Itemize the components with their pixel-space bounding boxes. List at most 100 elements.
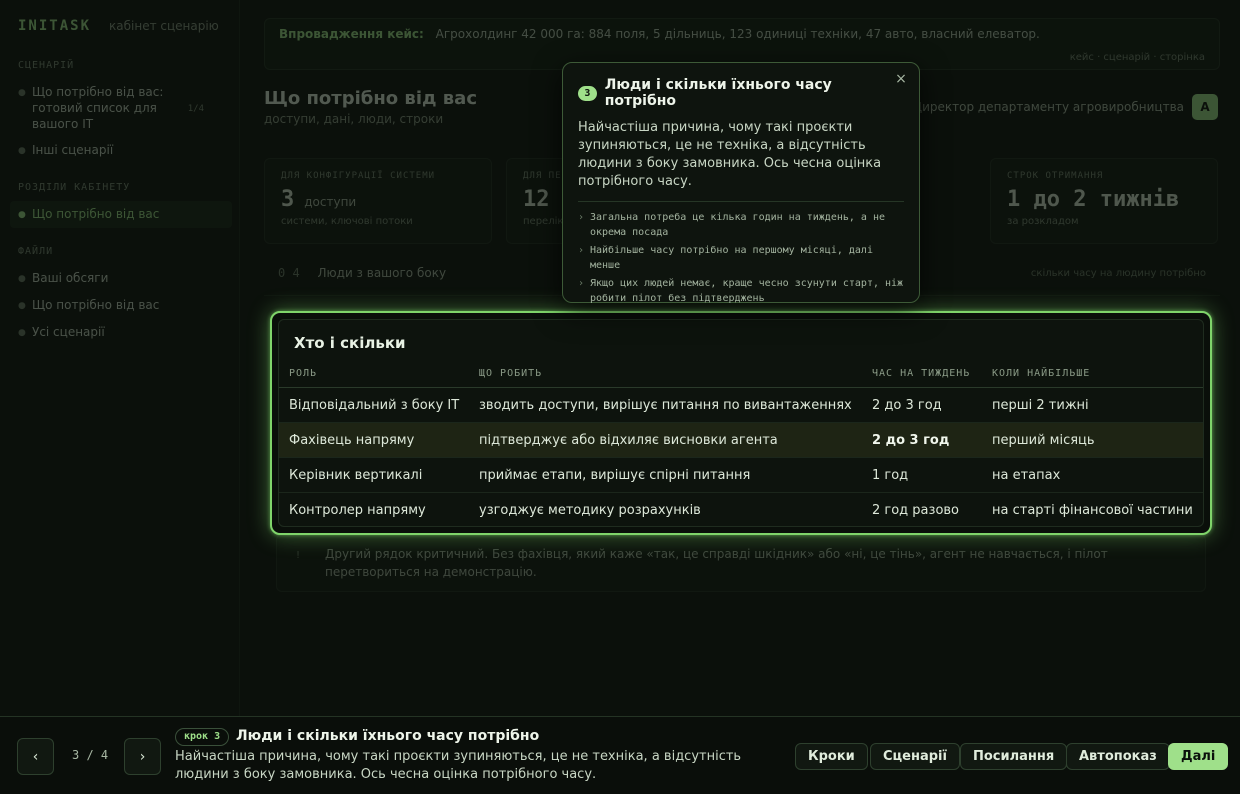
cell-hours: 1 год	[872, 468, 909, 483]
autoplay-button[interactable]: Автопоказ	[1066, 743, 1170, 770]
stat-unit: доступи	[304, 195, 357, 209]
next-button[interactable]: Далі	[1168, 743, 1229, 770]
cell-duties: приймає етапи, вирішує спірні питання	[479, 468, 751, 483]
section-hint: скільки часу на людину потрібно	[1030, 268, 1206, 279]
tour-step-description: Найчастіша причина, чому такі проєкти зу…	[175, 749, 742, 782]
section-number: 0 4	[278, 266, 300, 280]
sidebar-item-needs-file[interactable]: ● Що потрібно від вас	[18, 292, 229, 319]
stat-value: 3 доступи	[281, 187, 475, 212]
stat-card: ДЛЯ КОНФІГУРАЦІЇ СИСТЕМИ 3 доступи систем…	[264, 158, 492, 244]
cell-hours: 2 до 3 год	[872, 433, 950, 448]
bullet-icon: ●	[18, 328, 26, 338]
sidebar-item-label: Усі сценарії	[32, 325, 105, 339]
column-header-when: КОЛИ НАЙБІЛЬШЕ	[992, 368, 1091, 379]
sidebar-item-badge: 1/4	[187, 104, 204, 114]
links-button[interactable]: Посилання	[960, 743, 1068, 770]
sidebar-item-label: Що потрібно від вас: готовий список для …	[32, 85, 164, 131]
bullet-item: Найбільше часу потрібно на першому місяц…	[578, 243, 904, 273]
chevron-right-icon: ›	[139, 748, 146, 765]
cell-hours: 2 до 3 год	[872, 398, 942, 413]
popover-bullets: Загальна потреба це кілька годин на тижд…	[578, 210, 904, 306]
banner-title: Впровадження кейс:	[279, 27, 424, 41]
cell-role: Керівник вертикалі	[289, 468, 423, 483]
scenarios-button[interactable]: Сценарії	[870, 743, 960, 770]
avatar[interactable]: А	[1192, 94, 1218, 120]
bullet-icon: ●	[18, 301, 26, 311]
brand-subtitle: кабінет сценарію	[109, 19, 219, 33]
sidebar-item-it-list[interactable]: ● Що потрібно від вас: готовий список дл…	[18, 79, 218, 137]
critical-note: ! Другий рядок критичний. Без фахівця, я…	[276, 534, 1206, 592]
tour-step-title: Люди і скільки їхнього часу потрібно	[236, 728, 540, 744]
column-header-duties: ЩО РОБИТЬ	[479, 368, 543, 379]
table-row-highlighted: Фахівець напряму підтверджує або відхиля…	[279, 423, 1203, 458]
close-icon[interactable]: ×	[891, 69, 911, 89]
step-badge: крок 3	[175, 728, 230, 746]
cell-when: перші 2 тижні	[992, 398, 1089, 413]
spotlight-table-card: Хто і скільки РОЛЬ ЩО РОБИТЬ ЧАС НА ТИЖД…	[270, 311, 1212, 535]
tour-popover: 3 Люди і скільки їхнього часу потрібно ×…	[562, 62, 920, 306]
stat-label: СТРОК ОТРИМАННЯ	[1007, 171, 1104, 181]
stat-note: за розкладом	[1007, 216, 1079, 227]
bullet-item: Загальна потреба це кілька годин на тижд…	[578, 210, 904, 240]
sidebar-group-label: СЦЕНАРІЙ	[18, 60, 75, 71]
chevron-left-icon: ‹	[32, 748, 39, 765]
sidebar: INITASK кабінет сценарію СЦЕНАРІЙ ● Що п…	[0, 0, 240, 716]
next-step-button[interactable]: ›	[124, 738, 161, 775]
sidebar-item-needs[interactable]: ● Що потрібно від вас	[10, 201, 232, 228]
column-header-role: РОЛЬ	[289, 368, 318, 379]
stat-number: 1 до 2 тижнів	[1007, 187, 1180, 212]
step-number-badge: 3	[578, 85, 597, 101]
sidebar-item-all-scenarios[interactable]: ● Усі сценарії	[18, 319, 229, 346]
cell-when: на старті фінансової частини	[992, 503, 1193, 518]
stat-number: 12	[523, 187, 550, 212]
brand-logo[interactable]: INITASK	[18, 18, 91, 34]
cell-when: на етапах	[992, 468, 1061, 483]
sidebar-item-label: Що потрібно від вас	[32, 207, 160, 221]
sidebar-item-label: Інші сценарії	[32, 143, 114, 157]
cell-duties: зводить доступи, вирішує питання по вива…	[479, 398, 852, 413]
sidebar-item-other-scenarios[interactable]: ● Інші сценарії	[18, 137, 229, 164]
popover-header: 3 Люди і скільки їхнього часу потрібно	[578, 77, 904, 109]
bullet-icon: ●	[18, 88, 26, 98]
sidebar-item-volumes[interactable]: ● Ваші обсяги	[18, 265, 229, 292]
table-title: Хто і скільки	[294, 334, 406, 352]
cell-duties: узгоджує методику розрахунків	[479, 503, 701, 518]
note-text: Другий рядок критичний. Без фахівця, яки…	[325, 547, 1108, 579]
popover-body: Найчастіша причина, чому такі проєкти зу…	[578, 120, 882, 189]
warning-icon: !	[295, 550, 302, 561]
table-row: Контролер напряму узгоджує методику розр…	[279, 493, 1203, 526]
sidebar-group-label: РОЗДІЛИ КАБІНЕТУ	[18, 182, 131, 193]
step-counter: 3 / 4	[72, 748, 109, 762]
page-title: Що потрібно від вас	[264, 88, 477, 109]
stat-value: 1 до 2 тижнів	[1007, 187, 1201, 212]
page-subtitle: доступи, дані, люди, строки	[264, 112, 444, 126]
bullet-icon: ●	[18, 146, 26, 156]
cell-role: Контролер напряму	[289, 503, 426, 518]
sidebar-item-label: Що потрібно від вас	[32, 298, 160, 312]
stat-label: ДЛЯ КОНФІГУРАЦІЇ СИСТЕМИ	[281, 171, 436, 181]
stat-card: СТРОК ОТРИМАННЯ 1 до 2 тижнів за розклад…	[990, 158, 1218, 244]
banner-links[interactable]: кейс · сценарій · сторінка	[1070, 52, 1205, 63]
steps-button[interactable]: Кроки	[795, 743, 868, 770]
cell-duties: підтверджує або відхиляє висновки агента	[479, 433, 778, 448]
page-owner: Директор департаменту агровиробництва	[912, 100, 1184, 114]
prev-step-button[interactable]: ‹	[17, 738, 54, 775]
cell-when: перший місяць	[992, 433, 1095, 448]
divider	[578, 201, 904, 202]
cell-hours: 2 год разово	[872, 503, 960, 518]
table-header: РОЛЬ ЩО РОБИТЬ ЧАС НА ТИЖДЕНЬ КОЛИ НАЙБІ…	[279, 356, 1203, 388]
table-row: Відповідальний з боку IT зводить доступи…	[279, 388, 1203, 423]
banner-text: Агрохолдинг 42 000 га: 884 поля, 5 дільн…	[435, 27, 1040, 41]
section-title: Люди з вашого боку	[317, 266, 447, 280]
table-row: Керівник вертикалі приймає етапи, вирішу…	[279, 458, 1203, 493]
bullet-icon: ●	[18, 274, 26, 284]
table-card: Хто і скільки РОЛЬ ЩО РОБИТЬ ЧАС НА ТИЖД…	[278, 319, 1204, 527]
stat-note: системи, ключові потоки	[281, 216, 413, 227]
popover-title: Люди і скільки їхнього часу потрібно	[604, 77, 832, 109]
bullet-item: Якщо цих людей немає, краще чесно зсунут…	[578, 276, 904, 306]
sidebar-group-label: ФАЙЛИ	[18, 246, 54, 257]
cell-role: Відповідальний з боку IT	[289, 398, 460, 413]
sidebar-item-label: Ваші обсяги	[32, 271, 109, 285]
tour-bar: ‹ 3 / 4 › крок 3 Люди і скільки їхнього …	[0, 716, 1240, 794]
cell-role: Фахівець напряму	[289, 433, 415, 448]
